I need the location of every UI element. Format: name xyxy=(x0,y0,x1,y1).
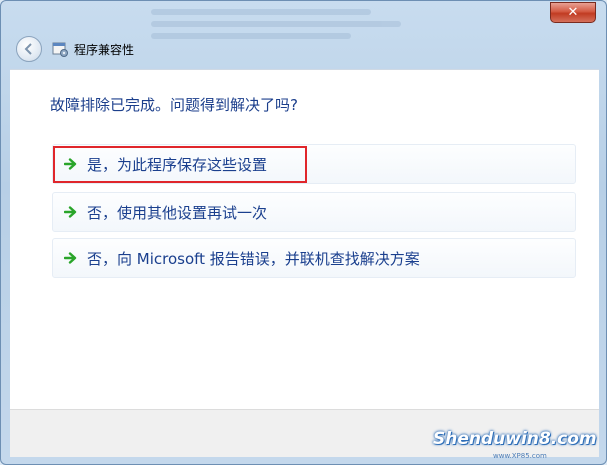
green-arrow-icon xyxy=(63,156,79,172)
green-arrow-icon xyxy=(63,250,79,266)
option-label: 是，为此程序保存这些设置 xyxy=(87,155,268,174)
option-report-microsoft[interactable]: 否，向 Microsoft 报告错误，并联机查找解决方案 xyxy=(52,238,576,278)
green-arrow-icon xyxy=(63,204,79,220)
close-button[interactable]: ✕ xyxy=(550,2,596,23)
nav-title: 程序兼容性 xyxy=(74,42,135,57)
window-frame: ✕ 程序兼容性 故障排除已完成。问题得到解决了吗? 是，为此程序保存这些设置 否… xyxy=(0,0,607,465)
back-arrow-icon xyxy=(24,43,32,55)
content-area: 故障排除已完成。问题得到解决了吗? 是，为此程序保存这些设置 否，使用其他设置再… xyxy=(10,69,599,409)
back-button[interactable] xyxy=(16,36,42,62)
program-compatibility-icon xyxy=(52,41,68,57)
option-save-settings[interactable]: 是，为此程序保存这些设置 xyxy=(52,144,576,184)
option-label: 否，使用其他设置再试一次 xyxy=(87,203,268,222)
navigation-bar: 程序兼容性 xyxy=(10,29,599,69)
option-label: 否，向 Microsoft 报告错误，并联机查找解决方案 xyxy=(87,249,420,268)
footer-bar xyxy=(10,409,599,457)
option-try-again[interactable]: 否，使用其他设置再试一次 xyxy=(52,192,576,232)
page-heading: 故障排除已完成。问题得到解决了吗? xyxy=(50,96,298,114)
